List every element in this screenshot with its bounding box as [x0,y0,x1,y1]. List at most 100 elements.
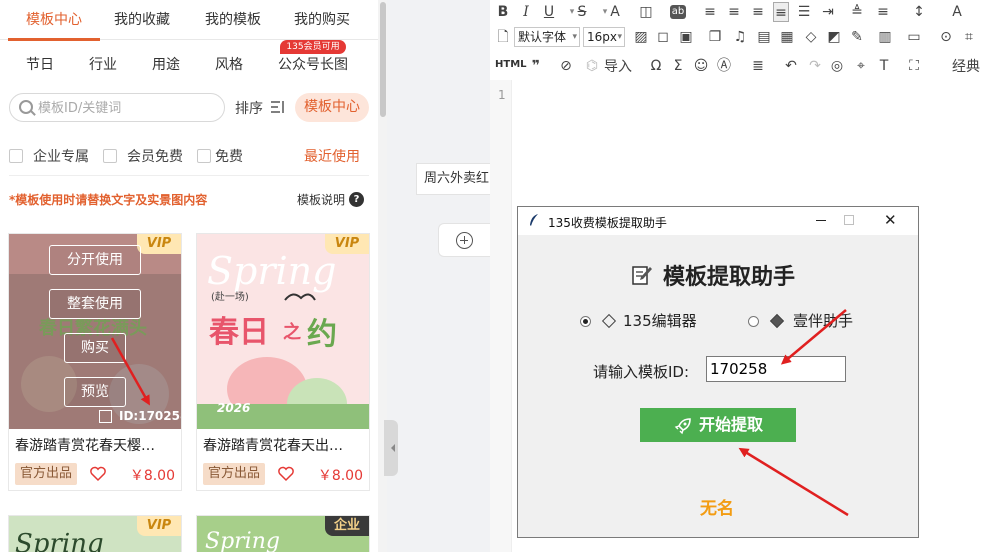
text-style-icon[interactable]: ≣ [750,56,766,76]
checkbox-member-free[interactable] [103,149,117,163]
align-justify-icon[interactable]: ≡ [773,2,789,22]
favorite-heart-icon[interactable] [277,465,295,483]
align-right-icon[interactable]: ≡ [750,2,766,22]
dialog-titlebar[interactable]: 135收费模板提取助手 ✕ [518,207,918,235]
category-long-image[interactable]: 公众号长图 [278,54,348,74]
tab-my-templates[interactable]: 我的模板 [205,9,261,29]
textbox-icon[interactable]: T [876,56,892,76]
sort-button[interactable]: 排序 [235,98,263,118]
paint-icon[interactable]: ◩ [826,27,842,47]
category-industry[interactable]: 行业 [89,54,117,74]
preview-button[interactable]: 预览 [64,377,126,407]
category-usage[interactable]: 用途 [152,54,180,74]
template-icon[interactable]: ▥ [877,27,893,47]
ab-icon[interactable]: ab [670,5,686,19]
html-source-button[interactable]: HTML [495,59,527,70]
filter-member-free-label[interactable]: 会员免费 [127,146,183,166]
template-card[interactable]: Spring VIP [8,515,182,552]
template-title[interactable]: 春游踏青赏花春天樱… [15,435,155,455]
filter-enterprise-label[interactable]: 企业专属 [33,146,89,166]
font-size-select[interactable]: 16px [583,27,625,47]
omega-icon[interactable]: Ω [648,56,664,76]
sort-icon[interactable] [270,100,286,114]
image-edit-icon[interactable]: ⛶ [906,56,922,76]
image-icon[interactable]: ▣ [678,27,694,47]
eraser-icon[interactable]: ◇ [803,27,819,47]
underline-icon[interactable]: U [541,2,557,22]
tab-template-center[interactable]: 模板中心 [26,9,82,29]
indent-icon[interactable]: ⇥ [820,2,836,22]
scrollbar-thumb[interactable] [380,2,386,117]
spacing-icon[interactable]: ≜ [849,2,865,22]
full-use-button[interactable]: 整套使用 [49,289,141,319]
paragraph-icon[interactable]: ≡ [875,2,891,22]
undo-icon[interactable]: ↶ [783,56,799,76]
brush-icon[interactable]: ▨ [633,27,649,47]
sigma-icon[interactable]: Σ [670,56,686,76]
crop-icon[interactable]: ⌗ [961,27,977,47]
collapse-panel-handle[interactable] [384,420,398,476]
link-icon[interactable]: ⊘ [558,56,574,76]
filter-free-label[interactable]: 免费 [215,146,243,166]
text-icon[interactable]: Ⓐ [716,56,732,76]
template-card[interactable]: 春日繁花满头 VIP 分开使用 整套使用 购买 预览 ID:170258 春游踏… [8,233,182,491]
list-icon[interactable]: ☰ [796,2,812,22]
gallery-icon[interactable]: ❐ [707,27,723,47]
font-family-select[interactable]: 默认字体 [514,27,580,47]
wand-icon[interactable]: ✎ [849,27,865,47]
align-center-icon[interactable]: ≡ [726,2,742,22]
bold-icon[interactable]: B [495,2,511,22]
align-left-icon[interactable]: ≡ [702,2,718,22]
location-icon[interactable]: ⌖ [853,56,869,76]
radio-135-editor[interactable] [580,316,591,327]
option-yiban-helper-label[interactable]: 壹伴助手 [793,310,853,331]
map-icon[interactable]: ◎ [829,56,845,76]
add-button[interactable] [438,223,496,257]
split-use-button[interactable]: 分开使用 [49,245,141,275]
option-135-editor-label[interactable]: 135编辑器 [623,310,697,331]
start-extract-button[interactable]: 开始提取 [640,408,796,442]
strike-icon[interactable]: S [574,2,590,22]
table-icon[interactable]: ▦ [779,27,795,47]
video-icon[interactable]: ▤ [756,27,772,47]
font-size-icon[interactable]: A [949,2,965,22]
line-height-icon[interactable]: ↕ [911,2,927,22]
template-id-label[interactable]: ID:170258 [119,409,181,423]
doc-icon[interactable]: 🗋 [495,27,511,47]
unlink-icon[interactable]: ⌬ [584,56,600,76]
italic-icon[interactable]: I [518,2,534,22]
radio-yiban-helper[interactable] [748,316,759,327]
template-help-link[interactable]: 模板说明 [297,191,345,208]
frame-icon[interactable]: ▭ [906,27,922,47]
classic-mode-button[interactable]: 经典 [952,56,980,76]
shape-icon[interactable]: ◻ [655,27,671,47]
highlight-icon[interactable]: ◫ [638,2,654,22]
copy-id-icon[interactable] [99,410,112,423]
checkbox-free[interactable] [197,149,211,163]
category-style[interactable]: 风格 [215,54,243,74]
checkbox-enterprise[interactable] [9,149,23,163]
favorite-heart-icon[interactable] [89,465,107,483]
close-button[interactable]: ✕ [884,211,897,229]
music-icon[interactable]: ♫ [732,27,748,47]
recent-used-link[interactable]: 最近使用 [304,146,360,166]
format-icon[interactable]: A [607,2,623,22]
template-title[interactable]: 春游踏青赏花春天出… [203,435,343,455]
help-icon[interactable]: ? [349,192,364,207]
quote-icon[interactable]: ❞ [528,56,544,76]
template-center-button[interactable]: 模板中心 [295,93,369,122]
import-button[interactable]: 导入 [604,56,632,76]
category-holiday[interactable]: 节日 [26,54,54,74]
tab-favorites[interactable]: 我的收藏 [114,9,170,29]
template-id-input[interactable] [706,356,846,382]
emoji-icon[interactable]: ☺ [693,56,709,76]
side-tool-tag[interactable]: 周六外卖红 [416,163,496,195]
buy-button[interactable]: 购买 [64,333,126,363]
maximize-button[interactable] [844,215,854,225]
anchor-icon[interactable]: ⊙ [938,27,954,47]
tab-my-purchases[interactable]: 我的购买 [294,9,350,29]
template-card[interactable]: Spring (赴一场) 春日 之 约 2026 VIP 春游踏青赏花春天出… … [196,233,370,491]
redo-icon[interactable]: ↷ [807,56,823,76]
search-input[interactable] [38,98,218,118]
template-card[interactable]: Spring 企业 [196,515,370,552]
